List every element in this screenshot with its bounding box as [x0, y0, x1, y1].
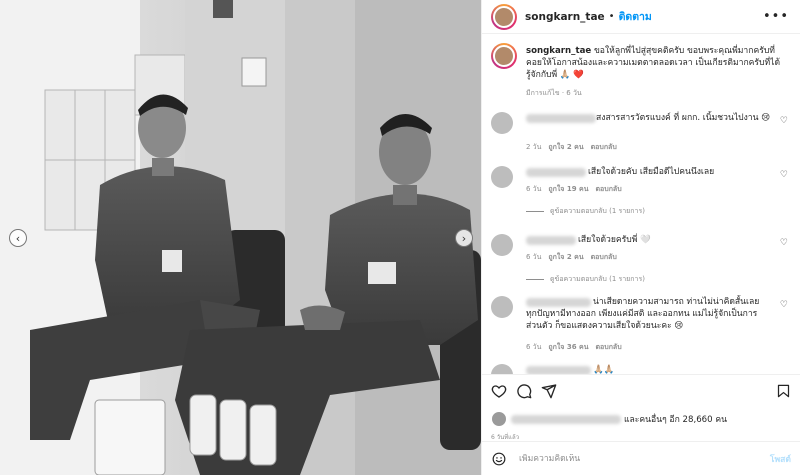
comment-item: 🙏🏼🙏🏼 — [491, 364, 796, 374]
like-comment-heart-icon[interactable]: ♡ — [780, 116, 788, 126]
commenter-avatar[interactable] — [491, 166, 513, 188]
separator-dot: • — [608, 11, 615, 22]
post-photo[interactable]: ‹ › — [0, 0, 481, 475]
comment-meta: 6 วัน ถูกใจ 36 คน ตอบกลับ — [526, 342, 622, 353]
likes-summary[interactable]: และคนอื่นๆ อีก 28,660 คน — [491, 411, 727, 427]
comment-time: 6 วัน — [526, 253, 542, 261]
liker-avatar — [491, 411, 507, 427]
commenter-avatar[interactable] — [491, 112, 513, 134]
reply-button[interactable]: ตอบกลับ — [591, 142, 617, 153]
like-comment-heart-icon[interactable]: ♡ — [780, 300, 788, 310]
emoji-icon[interactable] — [492, 452, 506, 466]
comment-likes[interactable]: ถูกใจ 2 คน — [548, 252, 583, 263]
like-comment-heart-icon[interactable]: ♡ — [780, 170, 788, 180]
comment-text: สงสารสารวัตรแบงค์ ที่ ผกก. เนิ้มชวนไปงาน… — [596, 113, 771, 123]
comment-meta: 6 วัน ถูกใจ 19 คน ตอบกลับ — [526, 184, 622, 195]
post-header: songkarn_tae • ติดตาม ••• — [482, 0, 800, 34]
comment-time: 6 วัน — [526, 343, 542, 351]
commenter-avatar[interactable] — [491, 296, 513, 318]
like-heart-icon[interactable] — [491, 383, 507, 399]
comment-time: 2 วัน — [526, 143, 542, 151]
comment-time: 6 วัน — [526, 185, 542, 193]
author-avatar[interactable] — [491, 3, 517, 30]
author-username[interactable]: songkarn_tae — [525, 11, 605, 23]
comment-likes[interactable]: ถูกใจ 19 คน — [548, 184, 588, 195]
reply-button[interactable]: ตอบกลับ — [596, 342, 622, 353]
post-side-panel: songkarn_tae • ติดตาม ••• songkarn_tae ข… — [481, 0, 800, 475]
photo-illustration — [0, 0, 481, 475]
next-photo-button[interactable]: › — [455, 229, 473, 247]
chevron-left-icon: ‹ — [15, 231, 21, 245]
action-icons — [491, 383, 557, 399]
replies-divider — [526, 211, 544, 212]
view-replies-label: ดูข้อความตอบกลับ (1 รายการ) — [550, 275, 645, 283]
comment-meta: 2 วัน ถูกใจ 2 คน ตอบกลับ — [526, 142, 617, 153]
replies-divider — [526, 279, 544, 280]
chevron-right-icon: › — [461, 231, 467, 245]
add-comment-bar: โพสต์ — [482, 441, 800, 475]
comment-item: เสียใจด้วยครับพี่ 🤍 6 วัน ถูกใจ 2 คน ตอบ… — [491, 234, 796, 294]
reply-button[interactable]: ตอบกลับ — [591, 252, 617, 263]
view-replies-button[interactable]: ดูข้อความตอบกลับ (1 รายการ) — [526, 274, 645, 285]
caption-username[interactable]: songkarn_tae — [526, 46, 591, 56]
comment-item: เสียใจด้วยคับ เสียมือดีไปคนนึงเลย 6 วัน … — [491, 166, 796, 226]
blurred-liker-name — [511, 414, 621, 424]
commenter-avatar[interactable] — [491, 364, 513, 374]
comment-bubble-icon[interactable] — [516, 383, 532, 399]
caption-avatar[interactable] — [491, 43, 517, 69]
comment-text: 🙏🏼🙏🏼 — [593, 365, 615, 374]
add-comment-input[interactable] — [519, 453, 739, 464]
comment-meta: 6 วัน ถูกใจ 2 คน ตอบกลับ — [526, 252, 617, 263]
previous-photo-button[interactable]: ‹ — [9, 229, 27, 247]
comment-text: เสียใจด้วยคับ เสียมือดีไปคนนึงเลย — [588, 167, 715, 177]
caption-meta: มีการแก้ไข · 6 วัน — [526, 89, 582, 97]
commenter-avatar[interactable] — [491, 234, 513, 256]
instagram-post-viewer: ‹ › songkarn_tae • ติดตาม ••• songkarn_t… — [0, 0, 800, 475]
caption-text: songkarn_tae ขอให้ลูกพี่ไปสู่สุขคติครับ … — [526, 45, 788, 81]
comments-list[interactable]: songkarn_tae ขอให้ลูกพี่ไปสู่สุขคติครับ … — [482, 34, 800, 374]
post-comment-button[interactable]: โพสต์ — [770, 452, 791, 466]
reply-button[interactable]: ตอบกลับ — [596, 184, 622, 195]
likes-count-text[interactable]: และคนอื่นๆ อีก 28,660 คน — [624, 412, 727, 426]
bookmark-icon — [777, 384, 790, 398]
comment-likes[interactable]: ถูกใจ 2 คน — [548, 142, 583, 153]
comment-item: สงสารสารวัตรแบงค์ ที่ ผกก. เนิ้มชวนไปงาน… — [491, 112, 796, 152]
like-comment-heart-icon[interactable]: ♡ — [780, 238, 788, 248]
post-actions: และคนอื่นๆ อีก 28,660 คน 6 วันที่แล้ว โพ… — [482, 374, 800, 474]
more-dots-icon[interactable]: ••• — [763, 9, 789, 24]
save-bookmark-button[interactable] — [776, 383, 791, 399]
share-paper-plane-icon[interactable] — [541, 383, 557, 399]
comment-likes[interactable]: ถูกใจ 36 คน — [548, 342, 588, 353]
view-replies-button[interactable]: ดูข้อความตอบกลับ (1 รายการ) — [526, 206, 645, 217]
follow-button[interactable]: ติดตาม — [619, 8, 652, 25]
view-replies-label: ดูข้อความตอบกลับ (1 รายการ) — [550, 207, 645, 215]
comment-text: เสียใจด้วยครับพี่ 🤍 — [578, 235, 651, 245]
comment-item: น่าเสียดายความสามารถ ท่านไม่น่าคิดสั้นเล… — [491, 296, 796, 356]
comment-text: น่าเสียดายความสามารถ ท่านไม่น่าคิดสั้นเล… — [526, 297, 760, 331]
